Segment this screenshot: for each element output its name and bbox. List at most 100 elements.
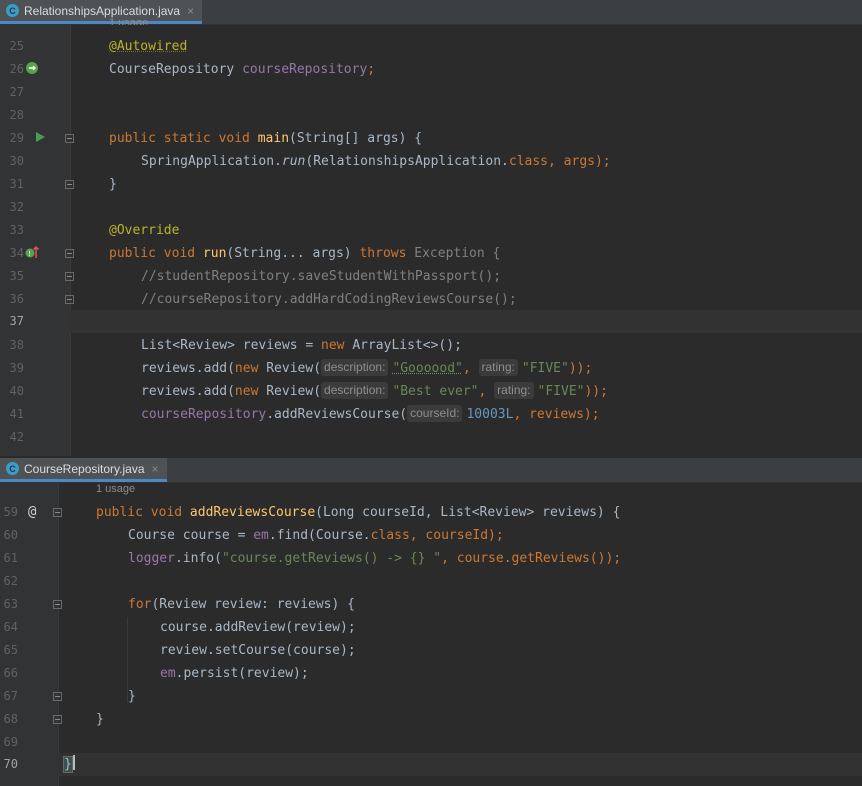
code-line-30: 30 SpringApplication.run(RelationshipsAp… (0, 150, 862, 173)
code-line-35: 35 //studentRepository.saveStudentWithPa… (0, 265, 862, 288)
line-number: 60 (3, 528, 18, 542)
parameter-hint: description: (321, 359, 389, 376)
code-line-36: 36 //courseRepository.addHardCodingRevie… (0, 288, 862, 311)
fold-icon[interactable] (53, 508, 62, 517)
code-line-62: 62 (0, 570, 862, 593)
code-line-63: 63 for(Review review: reviews) { (0, 593, 862, 616)
code-line-61: 61 logger.info("course.getReviews() -> {… (0, 547, 862, 570)
tab-label: RelationshipsApplication.java (24, 3, 181, 18)
closing-brace: } (96, 712, 104, 727)
parameter-hint: courseId: (407, 405, 463, 422)
code-line-39: 39 reviews.add(new Review(description: "G… (0, 357, 862, 380)
fold-end-icon[interactable] (65, 180, 74, 189)
parameter-hint: rating: (494, 382, 534, 399)
fold-icon[interactable] (65, 249, 74, 258)
fold-end-icon[interactable] (53, 692, 62, 701)
line-number: 62 (3, 574, 18, 588)
set-course-call: review.setCourse(course); (160, 643, 356, 658)
line-number: 64 (3, 620, 18, 634)
usage-hint[interactable]: 1 usage (109, 17, 148, 25)
line-number: 66 (3, 666, 18, 680)
method-signature: public void addReviewsCourse(Long course… (96, 505, 621, 520)
class-file-icon: C (6, 462, 19, 475)
code-line-37: 37 (0, 310, 862, 333)
comment-line: //courseRepository.addHardCodingReviewsC… (141, 292, 517, 307)
line-number: 31 (9, 177, 24, 191)
fold-icon[interactable] (65, 272, 74, 281)
code-line-65: 65 review.setCourse(course); (0, 639, 862, 662)
code-line-69: 69 (0, 731, 862, 754)
override-method-icon[interactable]: ! (24, 242, 40, 265)
code-line-34: 34 ! public void run(String... args) thr… (0, 242, 862, 265)
run-method-signature: public void run(String... args) throws E… (109, 246, 501, 261)
code-line-31: 31 } (0, 173, 862, 196)
line-number: 25 (9, 39, 24, 53)
line-number: 28 (9, 108, 24, 122)
line-number: 42 (9, 430, 24, 444)
closing-brace: } (128, 689, 136, 704)
spring-class-file-icon: C (6, 4, 19, 17)
code-line-59: 59 @ public void addReviewsCourse(Long c… (0, 501, 862, 524)
fold-icon[interactable] (65, 134, 74, 143)
line-number: 40 (9, 384, 24, 398)
code-line-40: 40 reviews.add(new Review(description: "B… (0, 380, 862, 403)
spring-run-call: SpringApplication.run(RelationshipsAppli… (141, 154, 611, 169)
code-line-26: 26 CourseRepository courseRepository; (0, 58, 862, 81)
line-number: 61 (3, 551, 18, 565)
fold-icon[interactable] (53, 600, 62, 609)
line-number: 65 (3, 643, 18, 657)
logger-info: logger.info("course.getReviews() -> {} "… (128, 551, 622, 566)
persist-call: em.persist(review); (160, 666, 309, 681)
line-number: 63 (3, 597, 18, 611)
code-line-25: 25 @Autowired (0, 35, 862, 58)
close-icon[interactable]: × (152, 462, 159, 476)
field-declaration: CourseRepository courseRepository; (109, 62, 376, 77)
main-method-signature: public static void main(String[] args) { (109, 131, 423, 146)
autowired-annotation: @Autowired (109, 39, 188, 54)
svg-text:!: ! (28, 250, 31, 258)
line-number: 41 (9, 407, 24, 421)
code-line-68: 68 } (0, 708, 862, 731)
code-line-60: 60 Course course = em.find(Course.class,… (0, 524, 862, 547)
override-annotation: @Override (109, 223, 180, 238)
code-line-66: 66 em.persist(review); (0, 662, 862, 685)
reviews-add-call: reviews.add(new Review(description: "Best… (141, 382, 608, 399)
implementation-at-icon[interactable]: @ (28, 501, 36, 524)
code-line-70: 70 } (0, 753, 862, 776)
tab-course-repository[interactable]: C CourseRepository.java × (0, 458, 167, 482)
parameter-hint: rating: (478, 359, 518, 376)
closing-brace: } (109, 177, 117, 192)
code-line-41: 41 courseRepository.addReviewsCourse(cou… (0, 403, 862, 426)
list-declaration: List<Review> reviews = new ArrayList<>()… (141, 338, 462, 353)
bean-navigate-icon[interactable] (24, 58, 40, 81)
fold-end-icon[interactable] (53, 715, 62, 724)
parameter-hint: description: (321, 382, 389, 399)
close-icon[interactable]: × (187, 4, 194, 18)
line-number: 39 (9, 361, 24, 375)
class-closing-brace: } (63, 753, 75, 776)
run-icon[interactable] (34, 127, 46, 150)
code-line-38: 38 List<Review> reviews = new ArrayList<… (0, 334, 862, 357)
course-find: Course course = em.find(Course.class, co… (128, 528, 504, 543)
line-number: 32 (9, 200, 24, 214)
tab-relationships-application[interactable]: C RelationshipsApplication.java × (0, 0, 203, 24)
add-reviews-course-call: courseRepository.addReviewsCourse(course… (141, 405, 600, 422)
text-cursor (72, 755, 75, 770)
line-number: 37 (9, 314, 24, 328)
line-number: 34 (9, 246, 24, 260)
line-number: 26 (9, 62, 24, 76)
code-line-32: 32 (0, 196, 862, 219)
usage-hint[interactable]: 1 usage (96, 483, 135, 495)
line-number: 59 (3, 505, 18, 519)
line-number: 35 (9, 269, 24, 283)
line-number: 70 (3, 757, 18, 771)
fold-end-icon[interactable] (65, 295, 74, 304)
code-line-28: 28 (0, 104, 862, 127)
editor-tabbar-bottom: C CourseRepository.java × (0, 458, 862, 483)
for-loop: for(Review review: reviews) { (128, 597, 355, 612)
code-line-42: 42 (0, 426, 862, 449)
code-line-64: 64 course.addReview(review); (0, 616, 862, 639)
reviews-add-call: reviews.add(new Review(description: "Gooo… (141, 359, 593, 376)
line-number: 67 (3, 689, 18, 703)
tab-label: CourseRepository.java (24, 461, 145, 476)
